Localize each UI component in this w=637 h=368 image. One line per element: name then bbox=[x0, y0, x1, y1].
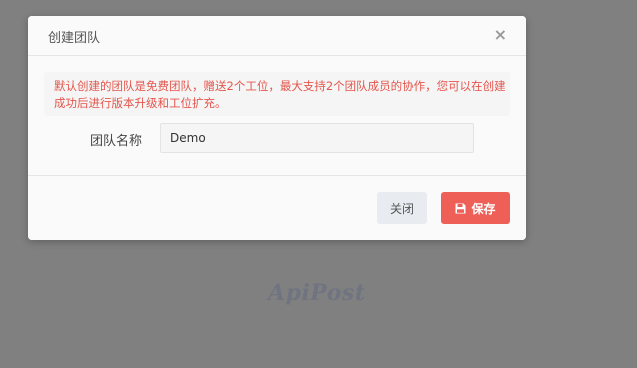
team-name-label: 团队名称 bbox=[90, 134, 143, 149]
save-button[interactable]: 保存 bbox=[441, 192, 510, 224]
close-button[interactable]: 关闭 bbox=[377, 192, 427, 224]
create-team-dialog: 创建团队 × 默认创建的团队是免费团队，赠送2个工位，最大支持2个团队成员的协作… bbox=[28, 16, 526, 240]
notice-box: 默认创建的团队是免费团队，赠送2个工位，最大支持2个团队成员的协作，您可以在创建… bbox=[44, 72, 510, 116]
apipost-watermark: ApiPost bbox=[268, 280, 366, 306]
team-name-input[interactable] bbox=[160, 123, 474, 153]
save-button-label: 保存 bbox=[471, 201, 496, 216]
dialog-title: 创建团队 bbox=[48, 31, 101, 46]
close-icon[interactable]: × bbox=[494, 25, 507, 45]
save-icon bbox=[455, 203, 466, 214]
dialog-footer: 关闭 保存 bbox=[28, 175, 526, 240]
notice-text: 默认创建的团队是免费团队，赠送2个工位，最大支持2个团队成员的协作，您可以在创建… bbox=[54, 79, 506, 110]
dialog-header: 创建团队 × bbox=[28, 16, 526, 56]
